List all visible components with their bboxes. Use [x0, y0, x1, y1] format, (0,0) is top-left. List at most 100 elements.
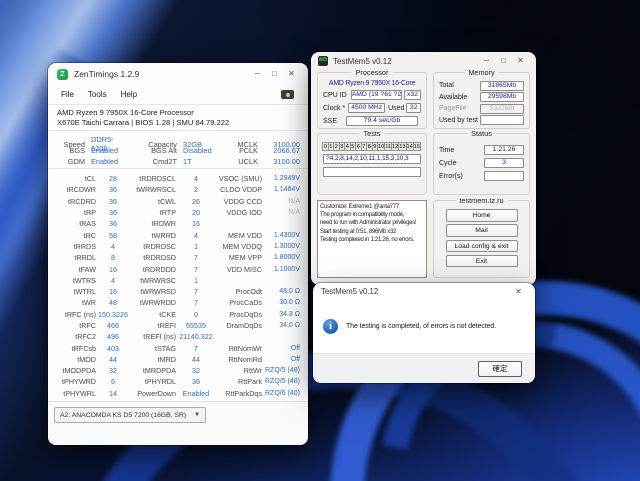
- timing-label: tPHYRDL: [130, 377, 176, 386]
- testmem5-titlebar[interactable]: TestMem5 v0.12 ─ □ ✕: [311, 52, 536, 70]
- test-number-cell: 15: [413, 142, 421, 151]
- errors-field: [484, 171, 524, 181]
- pagefile-field: 5322Mb: [480, 104, 524, 114]
- config-value: Enabled: [85, 157, 129, 166]
- site-button[interactable]: Mail: [446, 224, 518, 237]
- ok-button[interactable]: 確定: [478, 361, 522, 377]
- timing-label: tRFC (ns): [56, 310, 96, 319]
- timing-label: tWRWRSC: [130, 276, 176, 285]
- system-info-header: AMD Ryzen 9 7950X 16-Core Processor X670…: [48, 104, 308, 131]
- voltage-value: Off: [262, 345, 300, 352]
- maximize-icon[interactable]: □: [495, 55, 512, 68]
- timing-value: 26: [176, 197, 216, 206]
- config-label: FCLK: [219, 146, 258, 155]
- site-button[interactable]: Exit: [446, 255, 518, 268]
- processor-group: Processor AMD Ryzen 9 7950X 16-Core CPU …: [317, 72, 427, 129]
- timing-label: tRDRDSD: [130, 253, 176, 262]
- timing-label: tWTRS: [56, 276, 96, 285]
- voltage-label: ProcDqDs: [216, 310, 262, 319]
- close-icon[interactable]: ✕: [512, 55, 529, 68]
- dialog-titlebar[interactable]: TestMem5 v0.12 ✕: [313, 283, 535, 300]
- tests-group: Tests 0123456789101112131415 ?4,2,8,14,2…: [317, 133, 427, 195]
- site-button[interactable]: Home: [446, 209, 518, 222]
- total-label: Total: [439, 82, 454, 89]
- dimm-selector-bar: A2: ANACOMDA KS D5 7200 (16GB, SR) ▼: [48, 401, 308, 445]
- timing-row: tWR 48 tWRWRDD 7 ProcCaDs 30.0 Ω: [56, 297, 300, 308]
- timing-row: tWTRS 4 tWRWRSC 1: [56, 275, 300, 286]
- timing-label: tRRDS: [56, 242, 96, 251]
- zentimings-window-title: ZenTimings 1.2.9: [74, 69, 139, 79]
- timing-value: 36: [96, 197, 130, 206]
- memory-config-section: Speed DDR5-6200 Capacity 32GB MCLK 3100.…: [48, 131, 308, 169]
- testmem5-result-dialog: TestMem5 v0.12 ✕ i The testing is comple…: [313, 283, 535, 383]
- dimm-selector-dropdown[interactable]: A2: ANACOMDA KS D5 7200 (16GB, SR) ▼: [54, 407, 206, 423]
- config-value: Enabled: [85, 146, 129, 155]
- timing-value: 20: [176, 208, 216, 217]
- timing-label: tWRWRSD: [130, 287, 176, 296]
- timing-value: 58: [96, 231, 130, 240]
- maximize-icon[interactable]: □: [266, 68, 283, 81]
- config-row: BGS Enabled BGS Alt Disabled FCLK 2066.6…: [56, 146, 300, 157]
- tests-group-label: Tests: [359, 129, 384, 138]
- minimize-icon[interactable]: ─: [478, 55, 495, 68]
- timing-label: tRFC: [56, 321, 96, 330]
- voltage-label: RttParkDqs: [216, 389, 262, 398]
- test-log-box[interactable]: Customize: Extreme1 @anta777The program …: [317, 200, 427, 278]
- config-label: BGS: [56, 146, 85, 155]
- timing-label: tREFI (ns): [130, 332, 176, 341]
- timing-label: tRDRDSCL: [130, 174, 176, 183]
- voltage-value: 48.0 Ω: [262, 288, 300, 295]
- timing-value: 36: [96, 219, 130, 228]
- log-line: The program in compatibility mode,: [320, 211, 424, 219]
- timing-label: tRP: [56, 208, 96, 217]
- site-group: testmem.tz.ru HomeMailLoad config & exit…: [433, 200, 530, 278]
- pagefile-label: PageFile: [439, 105, 467, 112]
- menu-item[interactable]: File: [54, 88, 81, 101]
- log-line: Testing completed in 1:21.26, no errors.: [320, 236, 424, 244]
- total-field: 31865Mb: [480, 81, 524, 91]
- voltage-value: 30.0 Ω: [262, 299, 300, 306]
- dialog-body: i The testing is completed, of errors is…: [313, 300, 535, 353]
- timing-value: 2: [176, 185, 216, 194]
- timing-label: tPHYWRL: [56, 389, 96, 398]
- timing-label: tREFI: [130, 321, 176, 330]
- timing-label: tWRRD: [130, 231, 176, 240]
- site-buttons: Home Mail Load config & exit Exit: [440, 209, 523, 267]
- menu-item[interactable]: Tools: [81, 88, 114, 101]
- zentimings-titlebar[interactable]: Z ZenTimings 1.2.9 ─ □ ✕: [48, 63, 308, 85]
- close-icon[interactable]: ✕: [510, 285, 527, 298]
- sse-field: 79.4 sec/Gb: [346, 116, 418, 126]
- timing-row: tRFC (ns) 150.3226 tCKE 0 ProcDqDs 34.3 …: [56, 309, 300, 320]
- zentimings-menubar: FileToolsHelp: [48, 85, 308, 104]
- timing-label: tWTRL: [56, 287, 96, 296]
- timing-value: 16: [96, 287, 130, 296]
- timing-label: tRTP: [130, 208, 176, 217]
- log-line: need to run with Administrator privilege…: [320, 219, 424, 227]
- minimize-icon[interactable]: ─: [249, 68, 266, 81]
- timing-row: tRFC2 496 tREFI (ns) 21140.322: [56, 331, 300, 342]
- timing-value: 1: [176, 276, 216, 285]
- memory-group: Memory Total 31865Mb Available 29598Mb P…: [433, 72, 530, 129]
- cpu-name-text: AMD Ryzen 9 7950X 16-Core Processor: [57, 108, 299, 118]
- used-label: Used: [388, 105, 404, 112]
- screenshot-camera-icon[interactable]: [281, 90, 294, 99]
- timing-value: 7: [176, 298, 216, 307]
- timing-value: 4: [176, 231, 216, 240]
- close-icon[interactable]: ✕: [283, 68, 300, 81]
- menu-item[interactable]: Help: [114, 88, 144, 101]
- config-value: 2066.67: [258, 146, 300, 155]
- voltage-label: MEM VPP: [216, 253, 262, 262]
- voltage-value: N/A: [262, 198, 300, 205]
- voltage-label: ProcCaDs: [216, 298, 262, 307]
- voltage-label: DramDqDs: [216, 321, 262, 330]
- timing-label: tMODPDA: [56, 366, 96, 375]
- voltage-value: 1.1000V: [262, 266, 300, 273]
- timing-row: tPHYWRL 14 PowerDown Enabled RttParkDqs …: [56, 388, 300, 399]
- timing-value: 6: [96, 377, 130, 386]
- testmem5-app-icon: [318, 56, 328, 66]
- timing-label: tRRDL: [56, 253, 96, 262]
- timing-row: tFAW 16 tRDRDDD 7 VDD MISC 1.1000V: [56, 263, 300, 274]
- config-value: Disabled: [177, 146, 219, 155]
- timing-row: tRC 58 tWRRD 4 MEM VDD 1.4300V: [56, 229, 300, 240]
- site-button[interactable]: Load config & exit: [446, 240, 518, 253]
